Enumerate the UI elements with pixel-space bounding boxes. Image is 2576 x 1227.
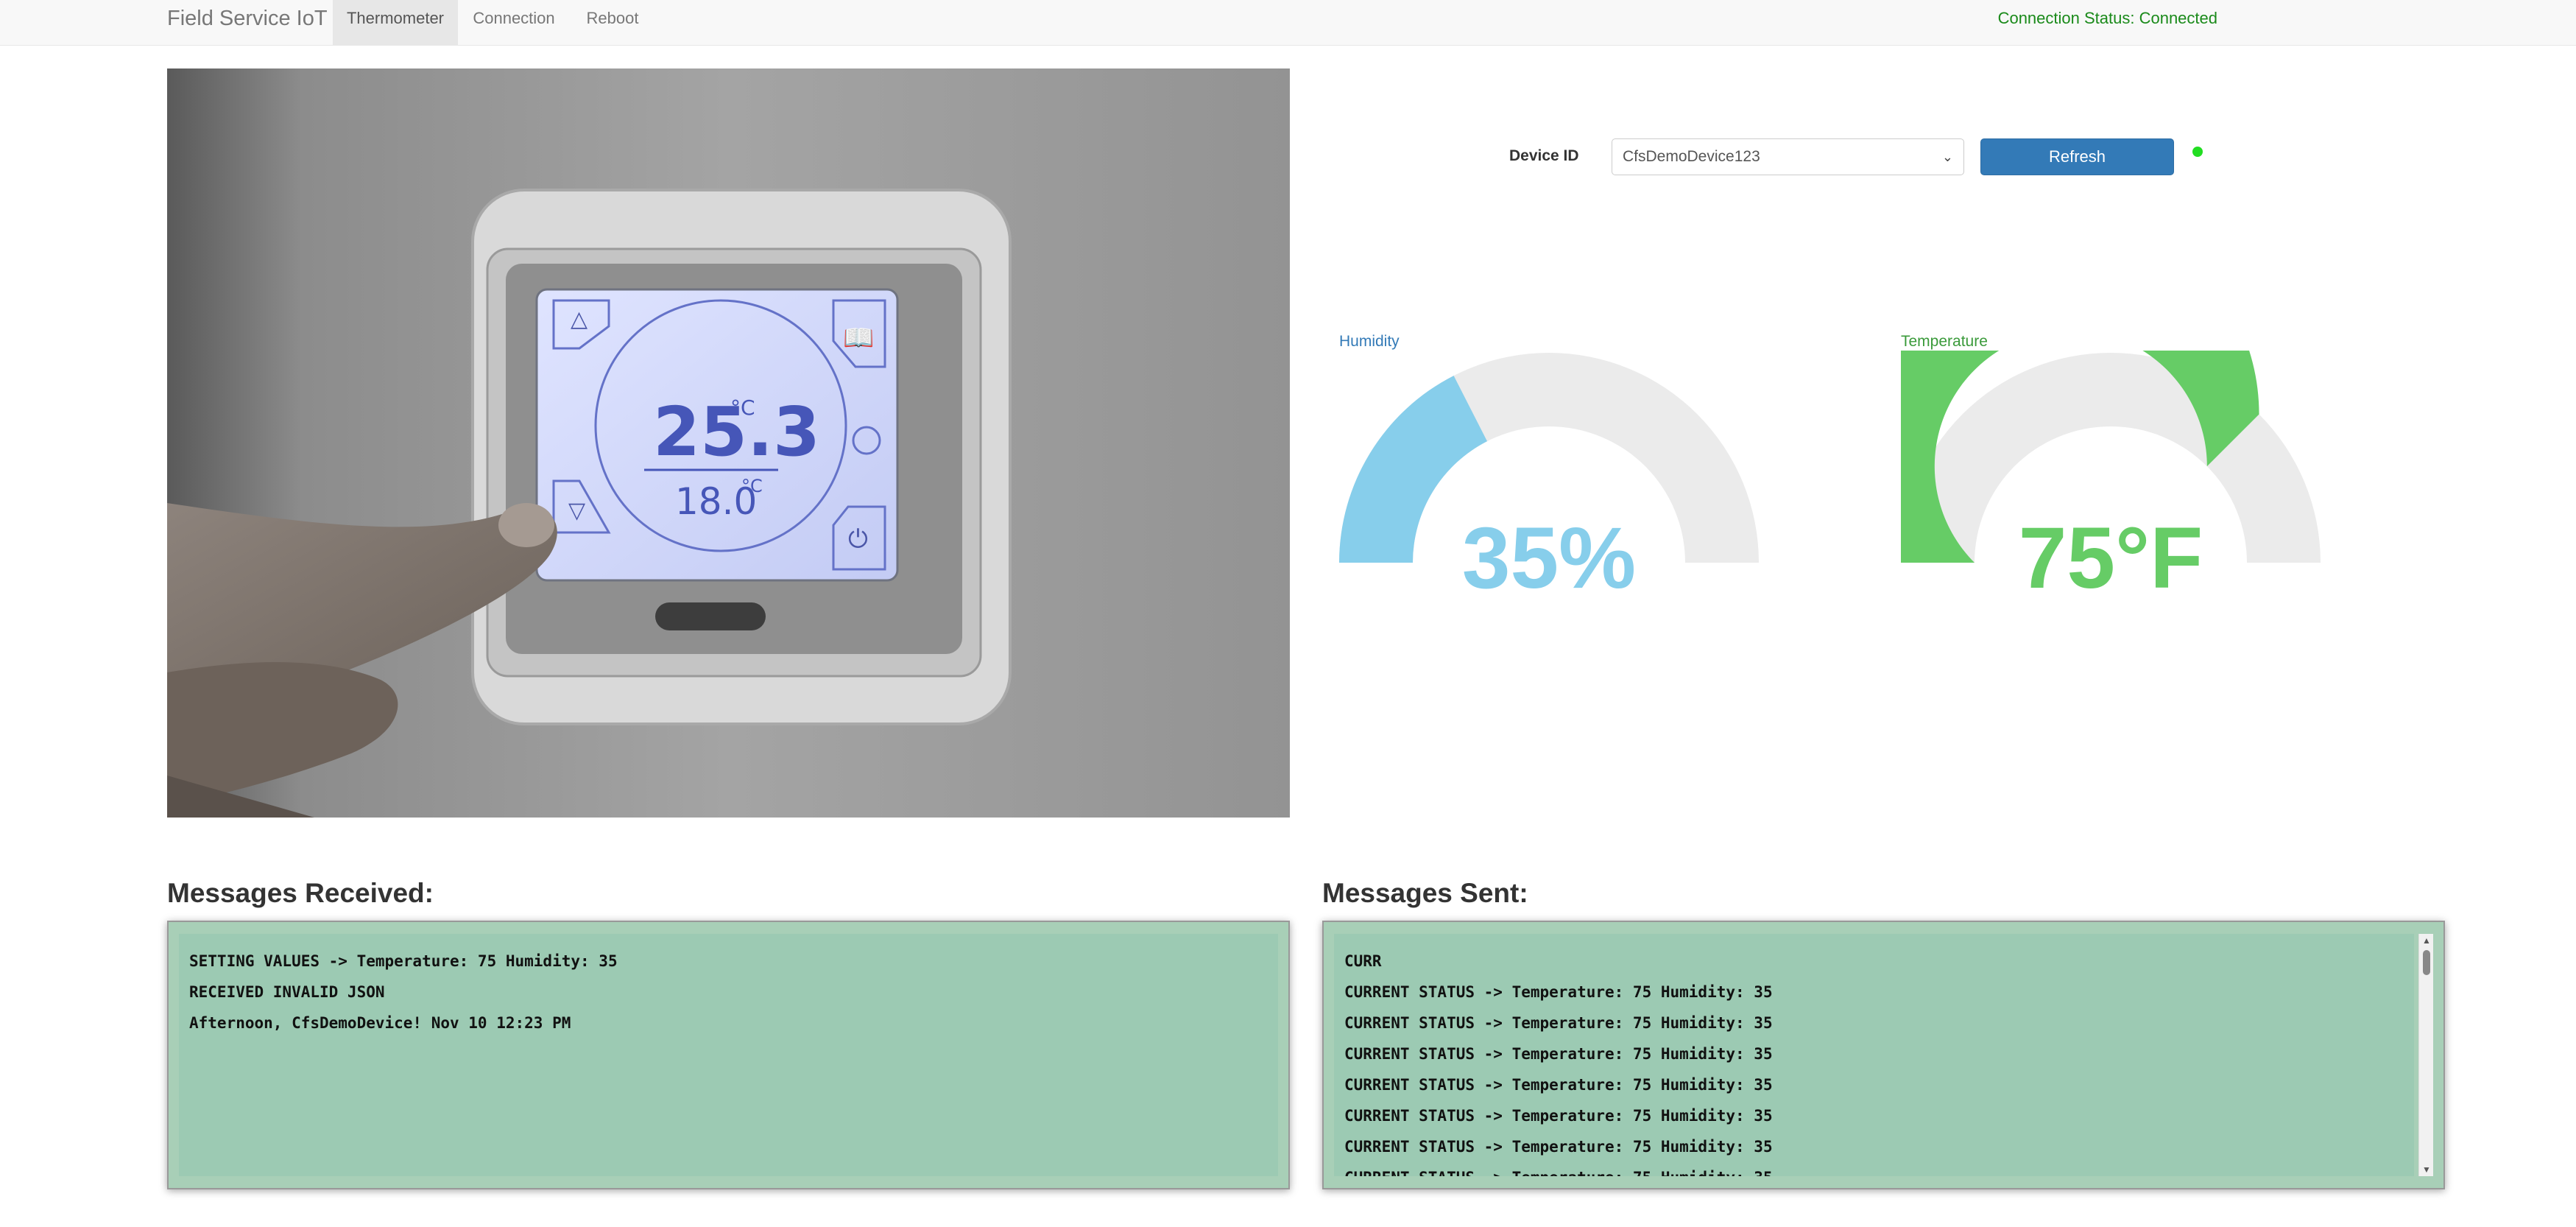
tab-connection[interactable]: Connection: [461, 0, 567, 46]
message-line: Afternoon, CfsDemoDevice! Nov 10 12:23 P…: [189, 1014, 571, 1032]
svg-text:📖: 📖: [843, 323, 874, 353]
message-line: CURRENT STATUS -> Temperature: 75 Humidi…: [1344, 1045, 1773, 1063]
svg-text:▽: ▽: [568, 498, 585, 524]
messages-sent-heading: Messages Sent:: [1322, 878, 1528, 908]
message-line: CURRENT STATUS -> Temperature: 75 Humidi…: [1344, 1107, 1773, 1125]
svg-text:°C: °C: [741, 476, 763, 496]
scrollbar-thumb[interactable]: [2423, 950, 2430, 975]
message-line: CURRENT STATUS -> Temperature: 75 Humidi…: [1344, 983, 1773, 1001]
message-line: SETTING VALUES -> Temperature: 75 Humidi…: [189, 952, 618, 970]
messages-sent-box[interactable]: CURR CURRENT STATUS -> Temperature: 75 Hu…: [1322, 921, 2445, 1189]
message-line: CURRENT STATUS -> Temperature: 75 Humidi…: [1334, 1162, 2414, 1176]
message-line: CURRENT STATUS -> Temperature: 75 Humidi…: [1344, 1076, 1773, 1094]
message-line: RECEIVED INVALID JSON: [189, 983, 385, 1001]
temperature-value: 75°F: [2018, 510, 2203, 607]
brand-title[interactable]: Field Service IoT: [167, 0, 328, 46]
connection-status: Connection Status: Connected: [1997, 9, 2217, 27]
messages-received-box[interactable]: SETTING VALUES -> Temperature: 75 Humidi…: [167, 921, 1290, 1189]
messages-received-list[interactable]: SETTING VALUES -> Temperature: 75 Humidi…: [179, 934, 1278, 1176]
thermostat-illustration: △ 📖 ▽ ⏻ 25.3 °C 18.0 °C: [167, 68, 1290, 818]
temperature-gauge-label: Temperature: [1901, 333, 1988, 350]
device-id-select[interactable]: CfsDemoDevice123 ⌄: [1612, 138, 1964, 175]
scroll-down-arrow-icon[interactable]: ▼: [2419, 1164, 2434, 1175]
messages-received-heading: Messages Received:: [167, 878, 434, 908]
tab-reboot[interactable]: Reboot: [573, 0, 652, 46]
thermostat-photo: △ 📖 ▽ ⏻ 25.3 °C 18.0 °C: [167, 68, 1290, 818]
svg-text:⏻: ⏻: [848, 524, 868, 554]
device-id-label: Device ID: [1509, 147, 1579, 164]
device-id-selected-value: CfsDemoDevice123: [1623, 148, 1760, 165]
svg-text:△: △: [571, 306, 587, 332]
message-line: CURR: [1344, 952, 1382, 970]
navbar: Field Service IoT Thermometer Connection…: [0, 0, 2576, 46]
humidity-value: 35%: [1461, 510, 1637, 607]
message-line: CURRENT STATUS -> Temperature: 75 Humidi…: [1344, 1014, 1773, 1032]
svg-text:°C: °C: [730, 395, 755, 420]
messages-sent-list[interactable]: CURR CURRENT STATUS -> Temperature: 75 Hu…: [1334, 934, 2414, 1176]
messages-sent-scrollbar[interactable]: ▲ ▼: [2418, 934, 2433, 1176]
humidity-gauge-label: Humidity: [1339, 333, 1400, 350]
tab-thermometer[interactable]: Thermometer: [333, 0, 458, 46]
chevron-down-icon: ⌄: [1941, 150, 1953, 164]
device-status-indicator: [2192, 147, 2203, 157]
refresh-button[interactable]: Refresh: [1980, 138, 2174, 175]
message-line: CURRENT STATUS -> Temperature: 75 Humidi…: [1344, 1138, 1773, 1156]
scroll-up-arrow-icon[interactable]: ▲: [2419, 935, 2434, 946]
